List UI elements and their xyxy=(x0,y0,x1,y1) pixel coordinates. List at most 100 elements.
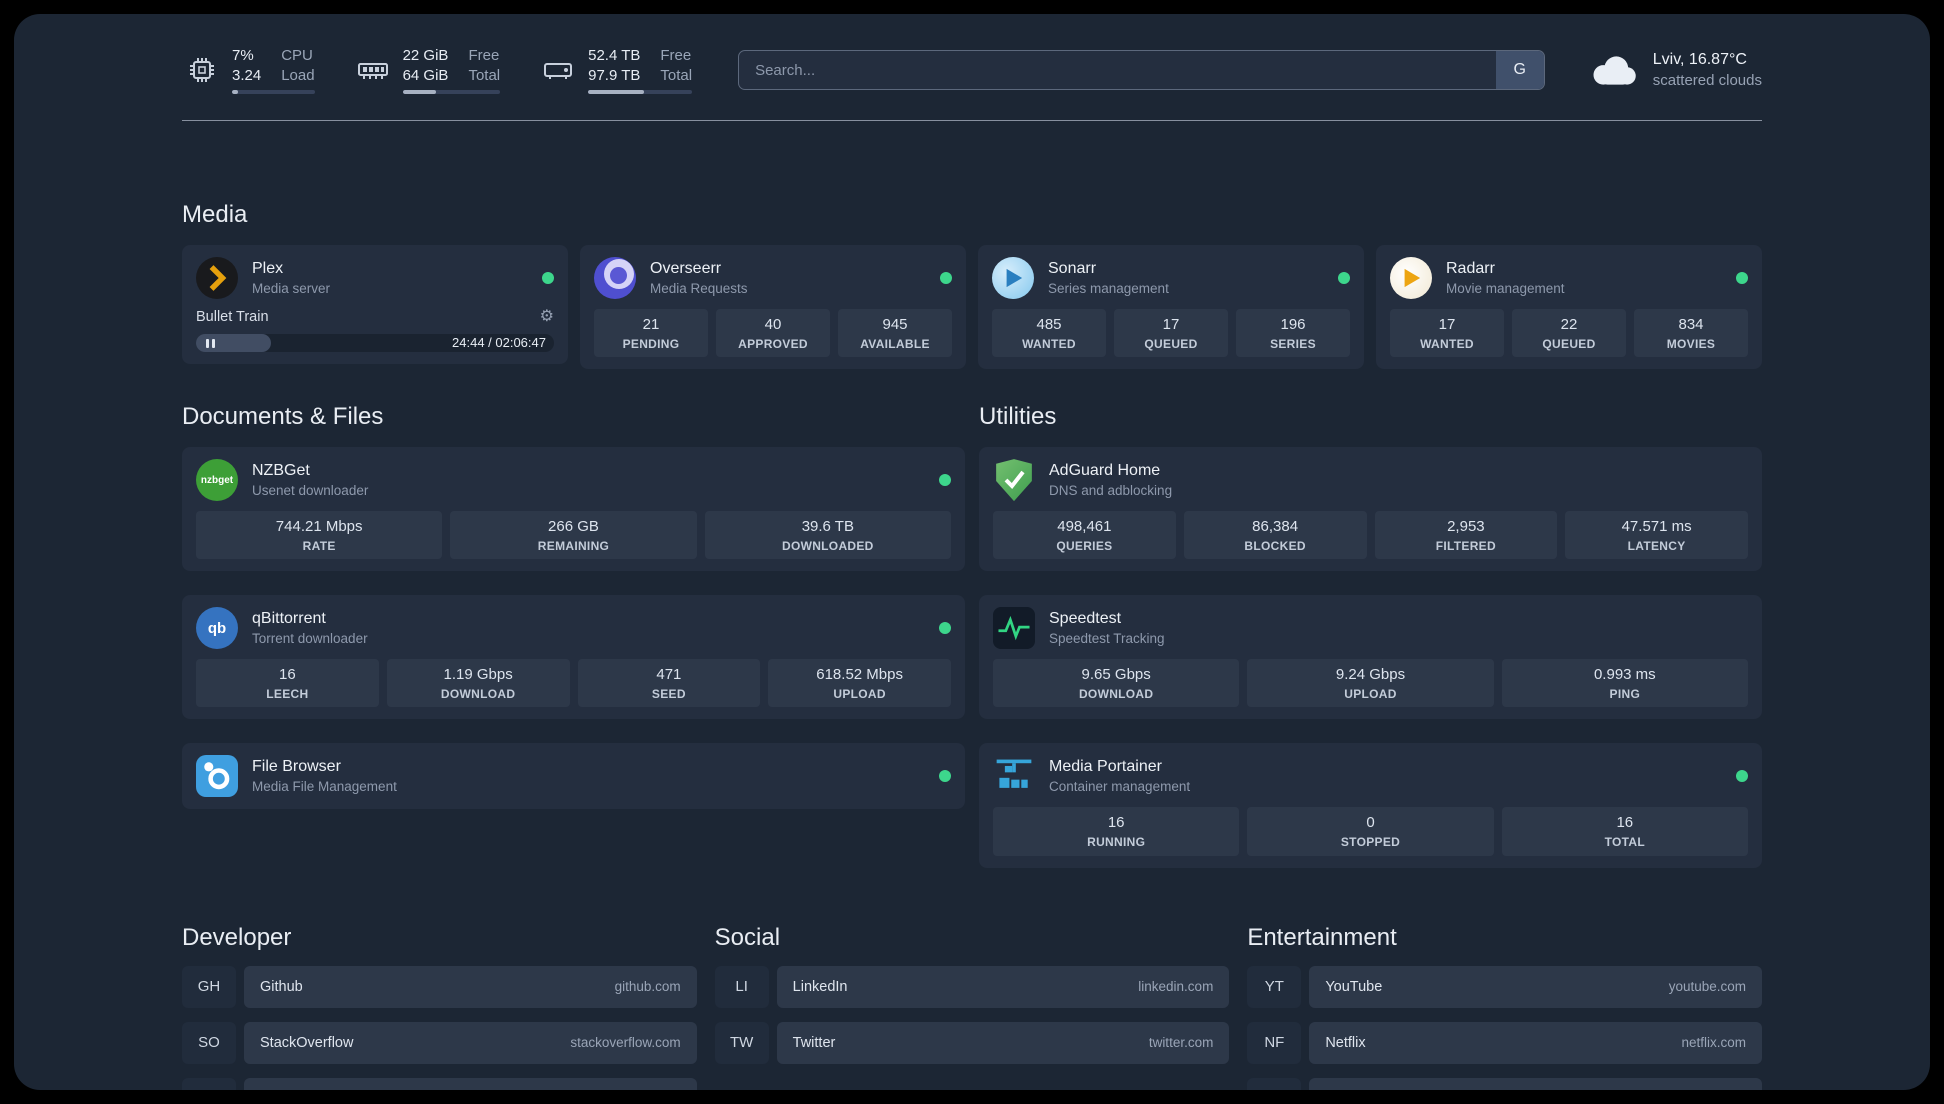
status-dot xyxy=(1736,272,1748,284)
gear-icon[interactable]: ⚙ xyxy=(540,309,554,325)
bookmark-github[interactable]: GH Github github.com xyxy=(182,965,697,1008)
screen-frame: 7% 3.24 CPU Load 22 GiB 64 GiB Free Tota… xyxy=(0,0,1944,1104)
app-name: NZBGet xyxy=(252,461,310,479)
app-card-portainer[interactable]: Media Portainer Container management 16 R… xyxy=(979,743,1762,868)
stat-download: 9.65 Gbps DOWNLOAD xyxy=(993,659,1240,708)
bookmark-abbr: YT xyxy=(1247,965,1302,1008)
section-title-entertainment: Entertainment xyxy=(1247,923,1397,951)
cpu-load-value: 3.24 xyxy=(232,66,262,84)
disk-free-value: 52.4 TB xyxy=(588,47,641,64)
section-title-developer: Developer xyxy=(182,923,292,951)
portainer-icon xyxy=(993,755,1035,797)
cpu-icon xyxy=(182,50,222,90)
stat-queued: 22 QUEUED xyxy=(1512,309,1626,358)
bookmark-youtube[interactable]: YT YouTube youtube.com xyxy=(1247,965,1762,1008)
playback-progress-bar[interactable]: 24:44 / 02:06:47 xyxy=(196,334,554,352)
stat-queries: 498,461 QUERIES xyxy=(993,511,1176,560)
bookmark-linkedin[interactable]: LI LinkedIn linkedin.com xyxy=(714,965,1230,1008)
weather-widget: Lviv, 16.87°C scattered clouds xyxy=(1587,49,1762,91)
app-desc: Container management xyxy=(1049,779,1191,795)
bookmark-url: youtube.com xyxy=(1668,979,1746,995)
stat-queued: 17 QUEUED xyxy=(1114,309,1228,358)
app-desc: Series management xyxy=(1048,280,1169,296)
stat-downloaded: 39.6 TB DOWNLOADED xyxy=(704,511,951,560)
disk-bar xyxy=(588,90,693,94)
cpu-widget: 7% 3.24 CPU Load xyxy=(182,46,315,94)
app-card-overseerr[interactable]: Overseerr Media Requests 21 PENDING 40 APP… xyxy=(580,245,966,370)
search-engine-button[interactable]: G xyxy=(1495,51,1544,89)
stat-remaining: 266 GB REMAINING xyxy=(450,511,697,560)
app-card-radarr[interactable]: Radarr Movie management 17 WANTED 22 QUEUE… xyxy=(1376,245,1762,370)
resource-widgets: 7% 3.24 CPU Load 22 GiB 64 GiB Free Tota… xyxy=(182,46,693,94)
bookmark-abbr: TW xyxy=(714,1021,769,1064)
section-title-documents: Documents & Files xyxy=(182,403,384,431)
cpu-load-label: Load xyxy=(281,66,315,84)
filebrowser-icon xyxy=(196,755,238,798)
app-card-plex[interactable]: Plex Media server Bullet Train ⚙ 24:44 /… xyxy=(182,245,568,364)
stat-total: 16 TOTAL xyxy=(1501,807,1748,856)
disk-widget: 52.4 TB 97.9 TB Free Total xyxy=(538,46,693,94)
plex-icon xyxy=(196,257,238,299)
stat-ping: 0.993 ms PING xyxy=(1501,659,1748,708)
app-card-speedtest[interactable]: Speedtest Speedtest Tracking 9.65 Gbps DO… xyxy=(979,595,1762,720)
status-dot xyxy=(1338,272,1350,284)
app-desc: Movie management xyxy=(1446,280,1565,296)
app-card-adguard[interactable]: AdGuard Home DNS and adblocking 498,461 Q… xyxy=(979,447,1762,572)
app-card-filebrowser[interactable]: File Browser Media File Management xyxy=(182,743,965,810)
bookmark-url: stackoverflow.com xyxy=(570,1035,681,1051)
app-desc: Media File Management xyxy=(252,779,397,795)
section-title-social: Social xyxy=(714,923,781,951)
stat-wanted: 17 WANTED xyxy=(1390,309,1504,358)
stat-approved: 40 APPROVED xyxy=(716,309,830,358)
stat-stopped: 0 STOPPED xyxy=(1247,807,1494,856)
disk-total-label: Total xyxy=(660,66,693,84)
app-name: Plex xyxy=(252,259,284,277)
stat-seed: 471 SEED xyxy=(577,659,761,708)
app-name: File Browser xyxy=(252,758,341,776)
status-dot xyxy=(939,474,951,487)
bookmark-twitter[interactable]: TW Twitter twitter.com xyxy=(714,1021,1230,1064)
now-playing-title: Bullet Train xyxy=(196,309,269,325)
bookmark-name: Netflix xyxy=(1325,1034,1366,1051)
stat-series: 196 SERIES xyxy=(1236,309,1350,358)
bookmark-dev[interactable]: DT DEV dev.to xyxy=(182,1077,697,1090)
bookmark-abbr: LI xyxy=(714,965,769,1008)
app-name: Speedtest xyxy=(1049,610,1122,627)
bookmark-name: Github xyxy=(260,978,303,995)
stat-wanted: 485 WANTED xyxy=(992,309,1106,358)
speedtest-icon xyxy=(993,607,1035,650)
bookmark-abbr: NF xyxy=(1247,1021,1302,1064)
app-card-sonarr[interactable]: Sonarr Series management 485 WANTED 17 QUE… xyxy=(978,245,1364,370)
bookmark-netflix[interactable]: NF Netflix netflix.com xyxy=(1247,1021,1762,1064)
search-input[interactable] xyxy=(738,50,1545,90)
pause-button[interactable] xyxy=(196,334,272,352)
status-dot xyxy=(939,622,951,635)
status-dot xyxy=(542,272,554,284)
app-name: Media Portainer xyxy=(1049,758,1162,776)
app-desc: Torrent downloader xyxy=(252,631,368,646)
qbittorrent-icon: qb xyxy=(196,607,238,650)
stat-filtered: 2,953 FILTERED xyxy=(1374,511,1558,560)
app-name: qBittorrent xyxy=(252,610,326,627)
cpu-bar xyxy=(232,90,315,94)
stat-blocked: 86,384 BLOCKED xyxy=(1183,511,1367,560)
ram-free-value: 22 GiB xyxy=(402,47,449,64)
section-documents: Documents & Files nzbget NZBGet Usenet d… xyxy=(182,403,965,810)
status-dot xyxy=(940,272,952,284)
cpu-label: CPU xyxy=(281,47,313,64)
app-card-qbittorrent[interactable]: qb qBittorrent Torrent downloader 16 LEEC… xyxy=(182,595,965,720)
stat-available: 945 AVAILABLE xyxy=(838,309,952,358)
bookmark-url: twitter.com xyxy=(1148,1035,1214,1051)
app-name: AdGuard Home xyxy=(1049,461,1161,479)
bookmark-reddit[interactable]: RE Reddit reddit.com xyxy=(1247,1077,1762,1090)
radarr-icon xyxy=(1390,257,1432,299)
weather-location: Lviv, 16.87°C xyxy=(1652,51,1747,69)
bookmark-stackoverflow[interactable]: SO StackOverflow stackoverflow.com xyxy=(182,1021,697,1064)
bookmark-url: netflix.com xyxy=(1681,1035,1746,1051)
app-name: Sonarr xyxy=(1048,259,1097,277)
ram-total-label: Total xyxy=(468,66,501,84)
app-card-nzbget[interactable]: nzbget NZBGet Usenet downloader 744.21 M… xyxy=(182,447,965,572)
app-desc: Media Requests xyxy=(650,280,748,296)
app-name: Overseerr xyxy=(650,259,722,277)
app-desc: DNS and adblocking xyxy=(1049,482,1173,498)
